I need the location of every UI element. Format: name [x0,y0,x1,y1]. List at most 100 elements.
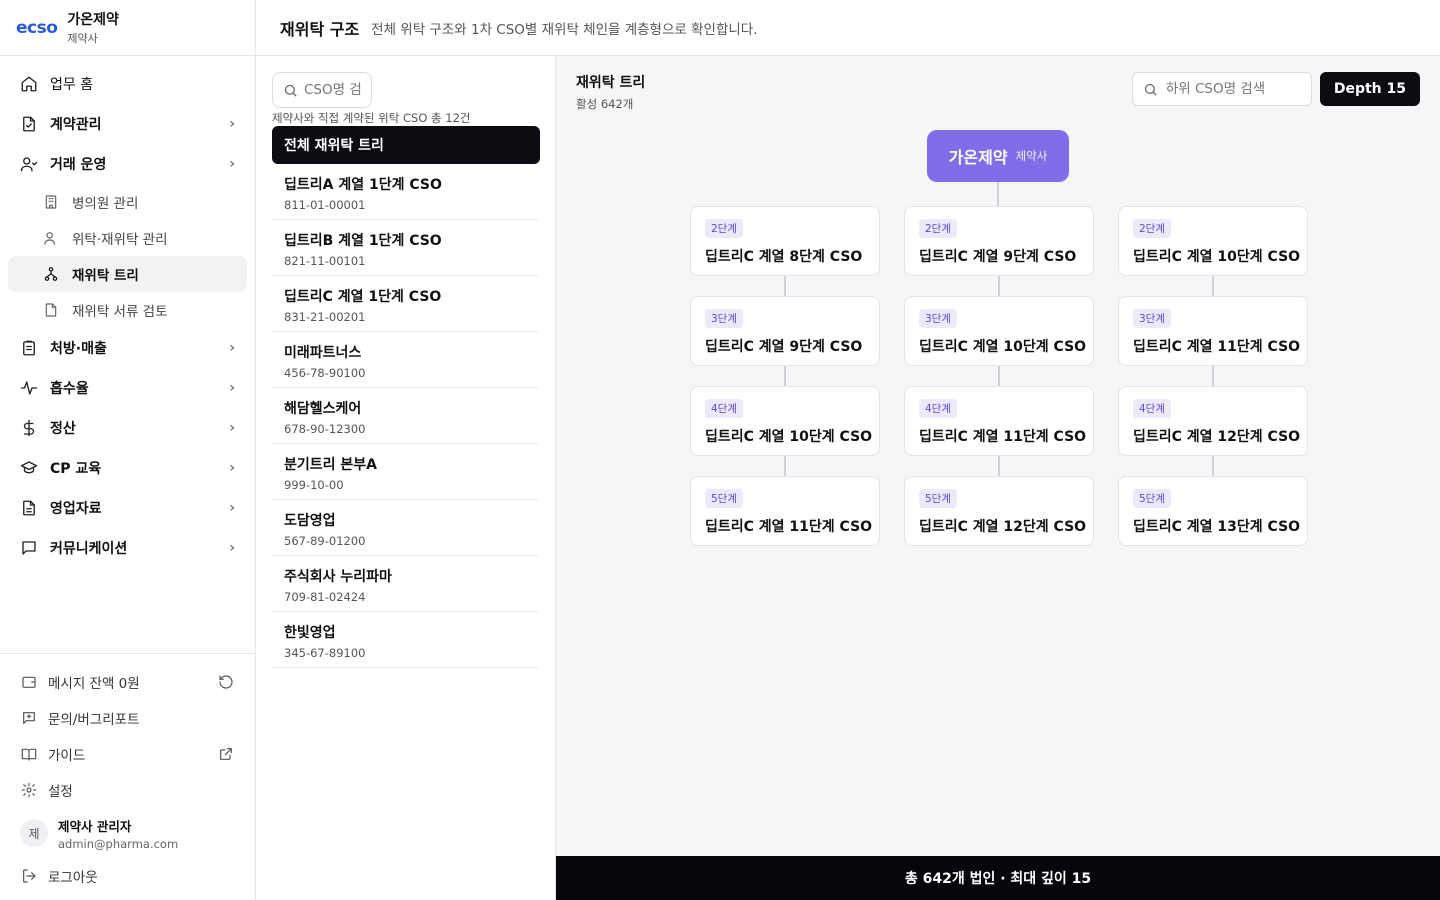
settings-link[interactable]: 설정 [8,772,247,808]
list-item-name: 해담헬스케어 [284,401,362,417]
sidebar-subitem-label: 재위탁 트리 [72,268,139,284]
sidebar-item-contracts[interactable]: 계약관리 › [8,104,247,144]
list-item-id: 709-81-02424 [284,590,366,604]
list-item[interactable]: 미래파트너스 456-78-90100 [272,332,538,388]
file-icon [42,301,60,319]
page-description: 전체 위탁 구조와 1차 CSO별 재위탁 체인을 계층형으로 확인합니다. [371,21,758,38]
tree-node-card[interactable]: 4단계 딥트리C 계열 11단계 CSO [904,386,1094,456]
page-title: 재위탁 구조 [280,19,360,39]
sidebar-item-label: 영업자료 [50,501,102,517]
list-item[interactable]: 주식회사 누리파마 709-81-02424 [272,556,538,612]
tree-node-card[interactable]: 2단계 딥트리C 계열 8단계 CSO [690,206,880,276]
settings-label: 설정 [48,784,73,800]
sidebar-subitem-hospitals[interactable]: 병의원 관리 [8,184,247,220]
list-item-id: 456-78-90100 [284,366,366,380]
tree-node-card[interactable]: 5단계 딥트리C 계열 11단계 CSO [690,476,880,546]
logout-button[interactable]: 로그아웃 [8,858,247,894]
tree-tools: Depth 15 [1131,72,1420,106]
tree-node-name: 딥트리C 계열 11단계 CSO [1133,339,1301,355]
sidebar-subitem-subdelegation-tree[interactable]: 재위탁 트리 [8,256,247,292]
chevron-right-icon: › [229,340,235,356]
connector-line [1212,276,1214,296]
list-item-name: 도담영업 [284,513,336,529]
tree-node-card[interactable]: 3단계 딥트리C 계열 10단계 CSO [904,296,1094,366]
tree-node-name: 딥트리C 계열 11단계 CSO [705,519,873,535]
sidebar-item-operations[interactable]: 거래 운영 › [8,144,247,184]
depth-badge: 4단계 [705,399,744,418]
status-bar: 총 642개 법인 · 최대 깊이 15 [556,856,1440,900]
sidebar-subitem-label: 병의원 관리 [72,196,139,212]
depth-badge: 2단계 [1133,219,1172,238]
sidebar-item-sales-materials[interactable]: 영업자료 › [8,488,247,528]
tree-node-card[interactable]: 4단계딥트리C 계열 10단계 CSO [690,386,880,456]
tree-root-node[interactable]: 가온제약 제약사 [927,130,1069,182]
tree-node-card[interactable]: 5단계 딥트리C 계열 13단계 CSO [1118,476,1308,546]
message-balance-label: 메시지 잔액 0원 [48,676,140,692]
sidebar-item-prescriptions[interactable]: 처방·매출 › [8,328,247,368]
sub-cso-search-box[interactable] [1131,72,1312,106]
sidebar-item-label: 커뮤니케이션 [50,541,128,557]
cso-search-box[interactable] [272,72,372,108]
depth-badge: 5단계 [1133,489,1172,508]
main-area: 재위탁 구조 전체 위탁 구조와 1차 CSO별 재위탁 체인을 계층형으로 확… [256,0,1440,900]
tree-node-card[interactable]: 3단계 딥트리C 계열 11단계 CSO [1118,296,1308,366]
tree-node-name: 딥트리C 계열 10단계 CSO [705,429,873,445]
list-item[interactable]: 한빛영업 345-67-89100 [272,612,538,668]
sidebar-item-label: 흡수율 [50,381,89,397]
list-item-name: 주식회사 누리파마 [284,569,392,585]
list-item[interactable]: 분기트리 본부A 999-10-00 [272,444,538,500]
sidebar-item-absorption[interactable]: 흡수율 › [8,368,247,408]
list-item-name: 한빛영업 [284,625,336,641]
sub-cso-search-input[interactable] [1165,81,1301,97]
sidebar: ecso 가온제약 제약사 업무 홈 계약관리 › 거래 운영 › 병의원 관리… [0,0,256,900]
list-item[interactable]: 해담헬스케어 678-90-12300 [272,388,538,444]
chevron-right-icon: › [229,156,235,172]
tree-node-card[interactable]: 5단계 딥트리C 계열 12단계 CSO [904,476,1094,546]
list-item-id: 811-01-00001 [284,198,366,212]
sidebar-item-cp-education[interactable]: CP 교육 › [8,448,247,488]
chevron-right-icon: › [229,540,235,556]
tree-node-name: 딥트리C 계열 12단계 CSO [1133,429,1301,445]
page-header: 재위탁 구조 전체 위탁 구조와 1차 CSO별 재위탁 체인을 계층형으로 확… [256,0,1440,56]
sidebar-item-settlement[interactable]: 정산 › [8,408,247,448]
inquiry-link[interactable]: 문의/버그리포트 [8,700,247,736]
connector-line [998,366,1000,386]
list-item[interactable]: 도담영업 567-89-01200 [272,500,538,556]
list-item-name: 딥트리C 계열 1단계 CSO [284,289,442,305]
brand-header[interactable]: ecso 가온제약 제약사 [0,0,255,56]
connector-line [1212,456,1214,476]
tree-node-card[interactable]: 3단계 딥트리C 계열 9단계 CSO [690,296,880,366]
sidebar-item-communication[interactable]: 커뮤니케이션 › [8,528,247,568]
sidebar-subitem-delegation[interactable]: 위탁·재위탁 관리 [8,220,247,256]
all-tree-button[interactable]: 전체 재위탁 트리 [272,126,540,164]
list-item-name: 미래파트너스 [284,345,362,361]
chevron-right-icon: › [229,420,235,436]
sidebar-item-home[interactable]: 업무 홈 [8,64,247,104]
list-item-id: 345-67-89100 [284,646,366,660]
tree-node-card[interactable]: 2단계 딥트리C 계열 10단계 CSO [1118,206,1308,276]
sidebar-item-label: 거래 운영 [50,157,107,173]
guide-link[interactable]: 가이드 [8,736,247,772]
content: 제약사와 직접 계약된 위탁 CSO 총 12건 전체 재위탁 트리 딥트리A … [256,56,1440,900]
search-icon [1144,83,1157,96]
avatar: 제 [20,819,48,847]
refresh-icon[interactable] [217,673,235,691]
inquiry-label: 문의/버그리포트 [48,712,140,728]
sidebar-subitem-document-review[interactable]: 재위탁 서류 검토 [8,292,247,328]
cso-search-input[interactable] [304,82,361,98]
user-profile[interactable]: 제 제약사 관리자 admin@pharma.com [8,808,247,858]
chat-icon [20,539,38,557]
list-caption: 제약사와 직접 계약된 위탁 CSO 총 12건 [272,111,471,125]
message-balance[interactable]: 메시지 잔액 0원 [8,664,247,700]
tree-node-card[interactable]: 4단계 딥트리C 계열 12단계 CSO [1118,386,1308,456]
tree-node-name: 딥트리C 계열 9단계 CSO [919,249,1077,265]
tree-node-card[interactable]: 2단계 딥트리C 계열 9단계 CSO [904,206,1094,276]
list-item[interactable]: 딥트리C 계열 1단계 CSO 831-21-00201 [272,276,538,332]
tree-node-name: 딥트리C 계열 8단계 CSO [705,249,863,265]
depth-button[interactable]: Depth 15 [1319,72,1420,106]
list-item[interactable]: 딥트리B 계열 1단계 CSO 821-11-00101 [272,220,538,276]
tree-icon [42,265,60,283]
tree-header: 재위탁 트리 활성 642개 Depth 15 [556,56,1440,116]
search-icon [284,84,297,97]
list-item[interactable]: 딥트리A 계열 1단계 CSO 811-01-00001 [272,164,538,220]
